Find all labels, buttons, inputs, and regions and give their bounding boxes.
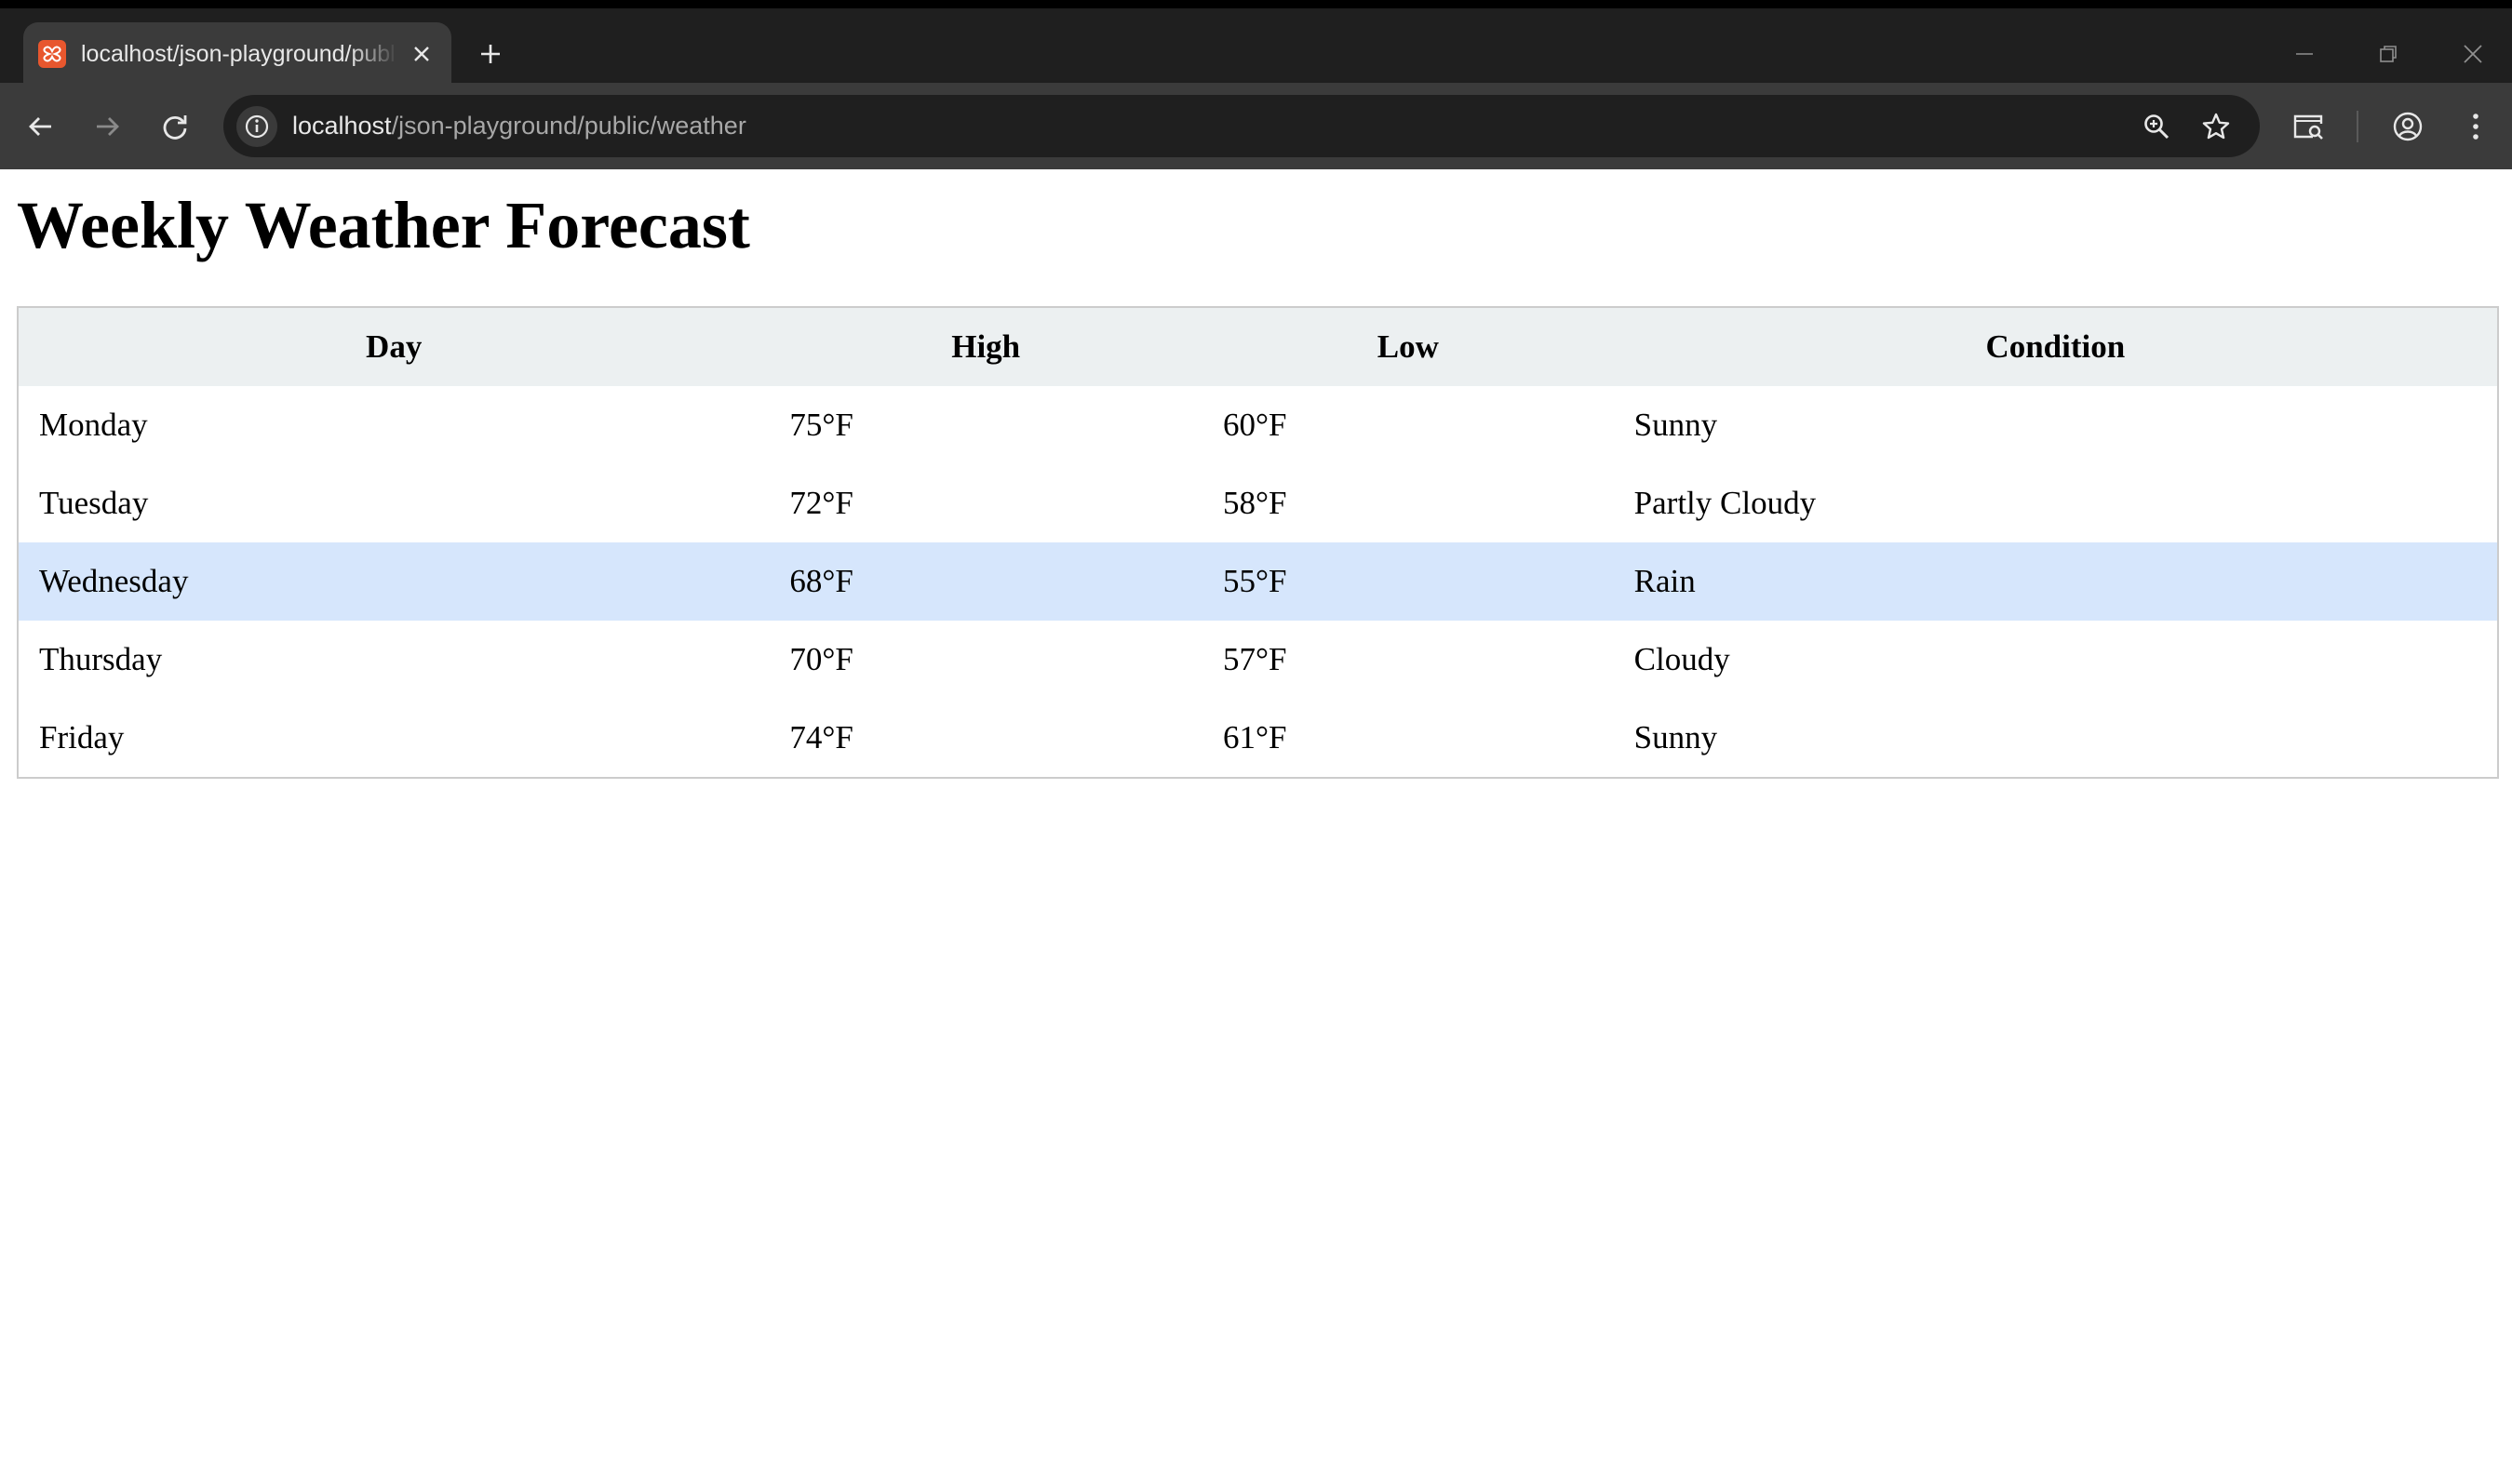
close-icon[interactable] bbox=[2448, 29, 2498, 79]
browser-tab[interactable]: localhost/json-playground/public/weather bbox=[23, 22, 451, 83]
header-day: Day bbox=[18, 307, 770, 386]
cell-day: Wednesday bbox=[18, 542, 770, 621]
cell-day: Tuesday bbox=[39, 485, 149, 521]
close-icon[interactable] bbox=[405, 37, 438, 71]
cell-high: 74°F bbox=[789, 719, 853, 755]
plus-icon[interactable] bbox=[470, 33, 511, 74]
cell-low: 55°F bbox=[1202, 542, 1614, 621]
address-bar[interactable]: localhost/json-playground/public/weather bbox=[223, 95, 2260, 157]
cell-low: 57°F bbox=[1223, 641, 1287, 677]
cell-condition: Partly Cloudy bbox=[1633, 485, 1817, 521]
table-row: Friday 74°F 61°F Sunny bbox=[18, 699, 2498, 778]
profile-icon[interactable] bbox=[2384, 103, 2431, 150]
browser-toolbar: localhost/json-playground/public/weather bbox=[0, 83, 2512, 169]
cell-high: 68°F bbox=[769, 542, 1203, 621]
cell-high: 72°F bbox=[789, 485, 853, 521]
page-content: Weekly Weather Forecast Day High Low Con… bbox=[0, 169, 2512, 1484]
window-top-edge bbox=[0, 0, 2512, 8]
url-text: localhost/json-playground/public/weather bbox=[292, 110, 746, 141]
tab-strip: localhost/json-playground/public/weather bbox=[0, 8, 2512, 83]
table-row: Tuesday 72°F 58°F Partly Cloudy bbox=[18, 464, 2498, 542]
cell-condition: Sunny bbox=[1633, 407, 1718, 443]
table-header-row: Day High Low Condition bbox=[18, 307, 2498, 386]
cell-low: 58°F bbox=[1223, 485, 1287, 521]
url-host: localhost bbox=[292, 112, 392, 140]
toolbar-divider bbox=[2357, 111, 2358, 142]
more-vert-icon[interactable] bbox=[2452, 103, 2499, 150]
back-arrow-icon[interactable] bbox=[18, 103, 64, 150]
minimize-icon[interactable] bbox=[2279, 29, 2330, 79]
table-row-highlighted: Wednesday 68°F 55°F Rain bbox=[18, 542, 2498, 621]
table-row: Monday 75°F 60°F Sunny bbox=[18, 386, 2498, 464]
cell-condition: Cloudy bbox=[1633, 641, 1730, 677]
xampp-favicon-icon bbox=[38, 40, 66, 68]
header-high: High bbox=[769, 307, 1203, 386]
url-path: /json-playground/public/weather bbox=[391, 112, 746, 140]
cell-condition: Sunny bbox=[1633, 719, 1718, 755]
table-row: Thursday 70°F 57°F Cloudy bbox=[18, 621, 2498, 699]
restore-icon[interactable] bbox=[2363, 29, 2413, 79]
info-icon[interactable] bbox=[236, 106, 277, 147]
cell-low: 60°F bbox=[1223, 407, 1287, 443]
header-low: Low bbox=[1202, 307, 1614, 386]
reading-mode-icon[interactable] bbox=[2285, 103, 2331, 150]
tab-title: localhost/json-playground/public/weather bbox=[81, 41, 397, 67]
cell-high: 75°F bbox=[789, 407, 853, 443]
cell-day: Thursday bbox=[39, 641, 163, 677]
forward-arrow-icon[interactable] bbox=[84, 103, 130, 150]
cell-day: Monday bbox=[39, 407, 148, 443]
zoom-icon[interactable] bbox=[2135, 105, 2178, 148]
reload-icon[interactable] bbox=[152, 103, 198, 150]
cell-high: 70°F bbox=[789, 641, 853, 677]
cell-condition: Rain bbox=[1613, 542, 2498, 621]
cell-low: 61°F bbox=[1223, 719, 1287, 755]
forecast-table: Day High Low Condition Monday 75°F 60°F … bbox=[17, 306, 2499, 779]
star-icon[interactable] bbox=[2195, 105, 2237, 148]
header-condition: Condition bbox=[1613, 307, 2498, 386]
cell-day: Friday bbox=[39, 719, 125, 755]
page-title: Weekly Weather Forecast bbox=[17, 188, 750, 262]
